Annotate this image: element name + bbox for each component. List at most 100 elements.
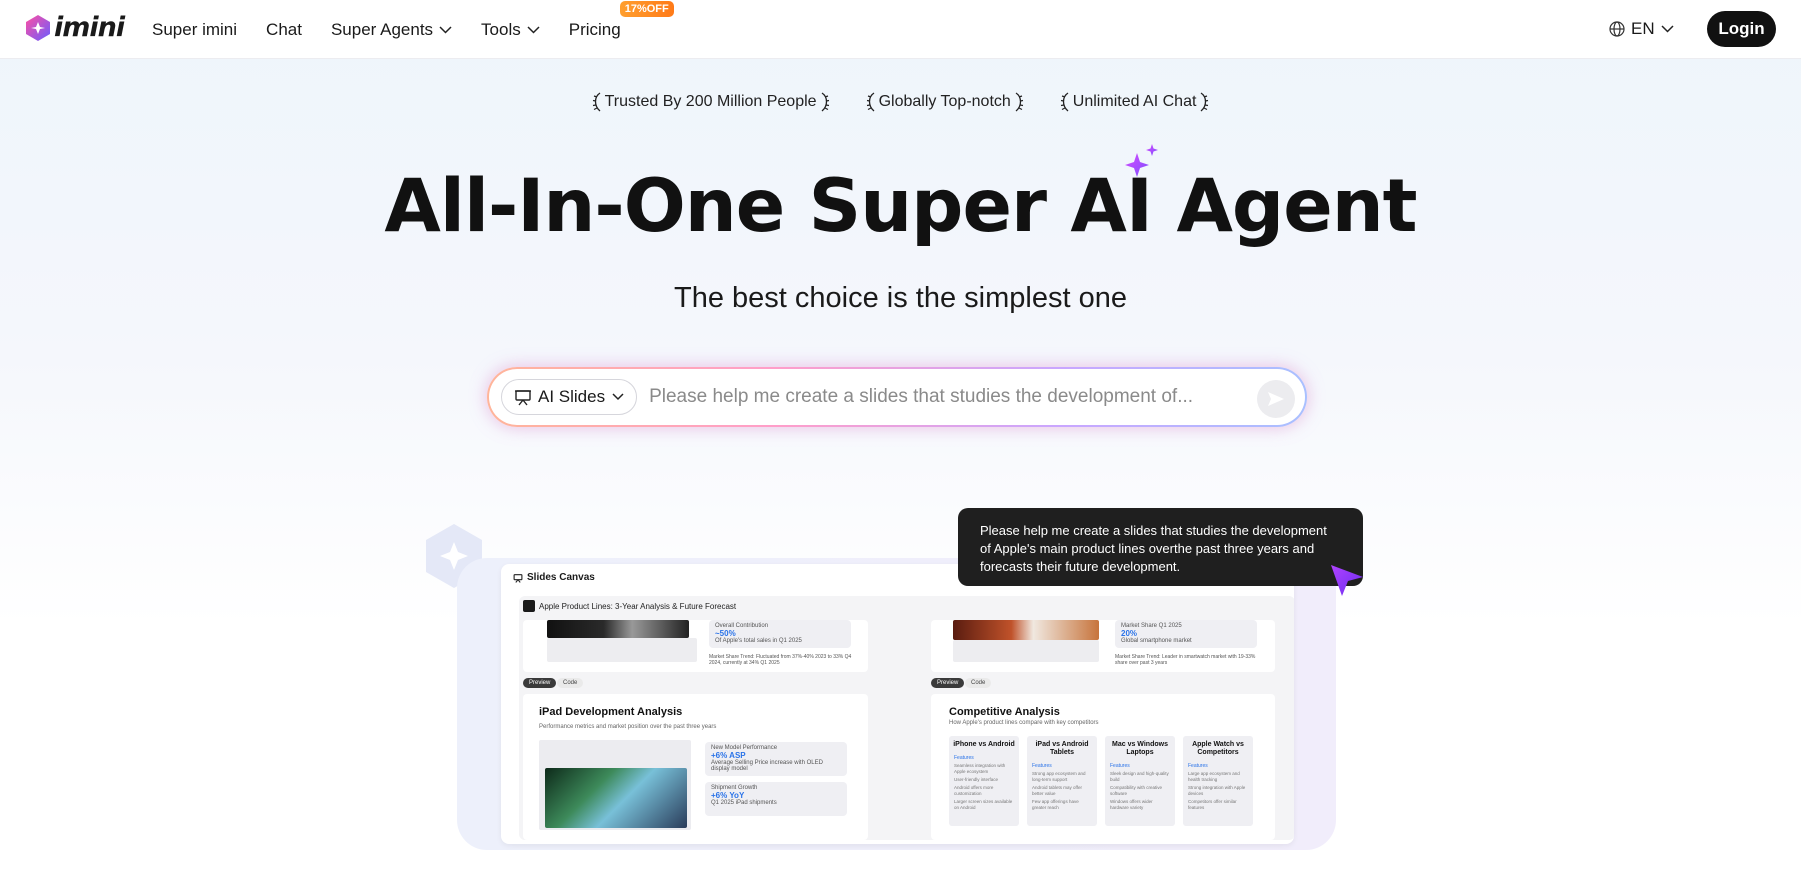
slides-icon [513,573,523,583]
language-selector[interactable]: EN [1609,19,1674,39]
login-button[interactable]: Login [1707,11,1776,47]
trust-badge: Globally Top-notch [863,92,1027,112]
nav-item-super-agents[interactable]: Super Agents [331,20,452,40]
nav-item-label: Super Agents [330,19,434,39]
stat-box: Overall Contribution ~50% Of Apple's tot… [709,620,851,648]
comparison-line: User-friendly interface [954,777,999,782]
language-label: EN [1631,19,1655,38]
laurel-left-icon [1060,92,1069,112]
cursor-pointer-icon [1331,565,1363,596]
comparison-line: Windows offers wider hardware variety [1110,799,1153,810]
comparison-line: Strong app ecosystem and long-term suppo… [1032,771,1086,782]
comparison-title: Apple Watch vs Competitors [1192,741,1244,756]
trust-badge-label: Unlimited AI Chat [1072,93,1197,110]
logo-text: imini [54,12,125,43]
features-label: Features [1188,763,1208,769]
comparison-line: Compatibility with creative software [1110,785,1163,796]
comparison-title: Mac vs Windows Laptops [1112,741,1168,756]
laurel-left-icon [592,92,601,112]
comparison-line: Large app ecosystem and health tracking [1188,771,1240,782]
comparison-line: Sleek design and high-quality build [1110,771,1169,782]
comparison-column: iPhone vs Android Features Seamless inte… [949,736,1019,826]
nav-item-chat[interactable]: Chat [266,20,302,40]
image-placeholder [953,640,1099,662]
discount-badge: 17%OFF [619,0,674,17]
laurel-left-icon [866,92,875,112]
document-title: Apple Product Lines: 3-Year Analysis & F… [539,601,737,611]
trend-text: Market Share Trend: Leader in smartwatch… [1115,654,1256,666]
stat-note: Q1 2025 iPad shipments [711,800,777,806]
chevron-down-icon [1661,25,1674,33]
nav-item-super-imini[interactable]: Super imini [152,20,237,40]
tab-preview[interactable]: Preview [523,678,557,688]
send-button[interactable] [1257,380,1295,418]
hero-title: All-In-One Super AI Agent [384,164,1417,249]
prompt-tooltip: Please help me create a slides that stud… [958,508,1363,586]
prompt-box: AI Slides [487,367,1307,427]
nav-item-tools[interactable]: Tools [481,20,540,40]
comparison-line: Competitors offer similar features [1188,799,1237,810]
trust-badge: Trusted By 200 Million People [589,92,833,112]
nav-item-label: Pricing [568,19,621,39]
globe-icon [1609,21,1625,37]
comparison-column: iPad vs Android Tablets Features Strong … [1027,736,1097,826]
slides-document: Apple Product Lines: 3-Year Analysis & F… [519,596,1294,840]
stat-box: Market Share Q1 2025 20% Global smartpho… [1115,620,1257,648]
slide-card: Overall Contribution ~50% Of Apple's tot… [523,620,868,672]
canvas-title-label: Slides Canvas [527,572,595,583]
comparison-line: Android tablets may offer better value [1032,785,1082,796]
tab-code[interactable]: Code [965,678,992,688]
mode-selector-button[interactable]: AI Slides [501,379,638,415]
slides-icon [515,390,531,406]
tab-code[interactable]: Code [557,678,584,688]
comparison-line: Larger screen sizes available on Android [954,799,1013,810]
comparison-column: Apple Watch vs Competitors Features Larg… [1183,736,1253,826]
imini-logo-icon [26,14,50,41]
stat-note: Global smartphone market [1121,638,1192,644]
ipad-analysis-slide: iPad Development Analysis Performance me… [523,694,868,840]
mode-label: AI Slides [538,387,606,406]
slide-subtitle: Performance metrics and market position … [539,724,717,730]
document-header: Apple Product Lines: 3-Year Analysis & F… [523,600,736,612]
trust-badges: Trusted By 200 Million People Globally T… [0,92,1801,112]
sparkle-icon [1125,144,1158,177]
nav-item-pricing[interactable]: Pricing 17%OFF [568,0,674,40]
stat-note: Of Apple's total sales in Q1 2025 [715,638,802,644]
logo[interactable]: imini [24,12,125,43]
image-placeholder [547,638,697,662]
stat-value: ~50% [715,629,736,638]
slide-title: Competitive Analysis [949,706,1060,718]
chevron-down-icon [527,25,540,34]
product-image [953,620,1099,640]
laurel-right-icon [1015,92,1023,112]
laurel-right-icon [1200,92,1209,112]
trust-badge-label: Globally Top-notch [878,93,1011,110]
document-icon [523,600,535,612]
top-navbar: imini Super imini Chat Super Agents Tool… [0,0,1801,59]
comparison-line: Strong integration with Apple devices [1188,785,1246,796]
hero-subtitle: The best choice is the simplest one [674,282,1127,314]
competitive-analysis-slide: Competitive Analysis How Apple's product… [931,694,1275,840]
comparison-title: iPhone vs Android [953,741,1015,748]
trust-badge-label: Trusted By 200 Million People [604,93,817,110]
stat-value: +6% YoY [711,791,745,800]
send-icon [1268,392,1284,406]
tab-preview[interactable]: Preview [931,678,965,688]
features-label: Features [1110,763,1130,769]
prompt-inner: AI Slides [489,369,1305,425]
stat-box: Shipment Growth +6% YoY Q1 2025 iPad shi… [705,782,847,816]
laurel-right-icon [821,92,829,112]
prompt-input[interactable] [649,386,1250,408]
trust-badge: Unlimited AI Chat [1057,92,1213,112]
slide-title: iPad Development Analysis [539,706,683,718]
trend-text: Market Share Trend: Fluctuated from 37%-… [709,654,852,666]
chevron-down-icon [612,393,624,401]
comparison-title: iPad vs Android Tablets [1035,741,1089,756]
stat-value: 20% [1121,629,1138,638]
slide-subtitle: How Apple's product lines compare with k… [949,720,1099,726]
slides-canvas: Slides Canvas Apple Product Lines: 3-Yea… [501,564,1294,844]
chevron-down-icon [439,25,452,34]
comparison-line: Seamless integration with Apple ecosyste… [954,763,1006,774]
nav-item-label: Chat [266,19,302,39]
features-label: Features [954,755,974,761]
